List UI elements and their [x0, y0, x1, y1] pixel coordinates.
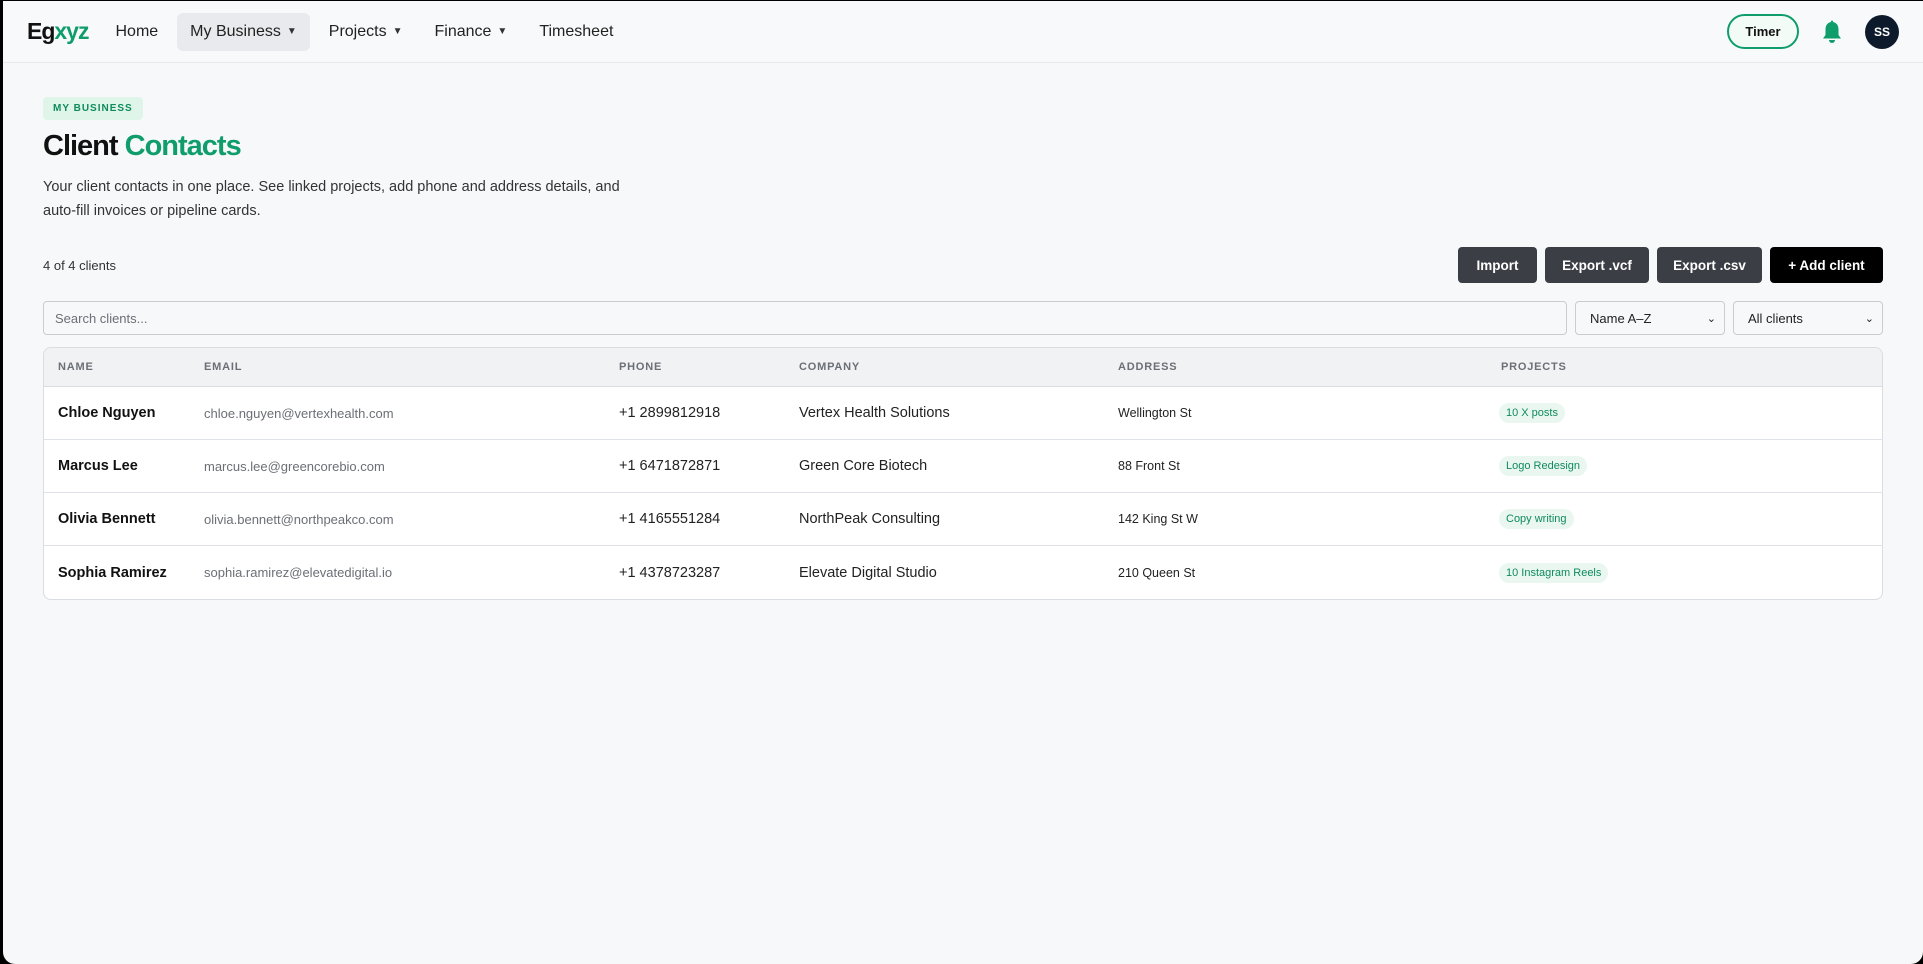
chevron-down-icon: ⌄ [1706, 312, 1716, 325]
nav-item-projects[interactable]: Projects ▼ [316, 13, 416, 51]
sort-select[interactable]: Name A–Z ⌄ [1575, 301, 1725, 335]
cell-company: Green Core Biotech [799, 458, 928, 474]
clients-table: NAME EMAIL PHONE COMPANY ADDRESS PROJECT… [43, 347, 1883, 600]
caret-down-icon: ▼ [392, 26, 403, 37]
cell-address: 210 Queen St [1118, 565, 1196, 580]
page-subtitle: Your client contacts in one place. See l… [43, 179, 620, 219]
top-nav: Egxyz Home My Business ▼ Projects ▼ Fina… [3, 1, 1923, 63]
cell-name: Sophia Ramirez [58, 564, 167, 581]
cell-email[interactable]: marcus.lee@greencorebio.com [204, 459, 619, 474]
column-header-projects[interactable]: PROJECTS [1501, 361, 1882, 373]
cell-company: Elevate Digital Studio [799, 564, 937, 581]
client-count: 4 of 4 clients [43, 257, 116, 273]
table-row[interactable]: Sophia Ramirez sophia.ramirez@elevatedig… [44, 546, 1882, 599]
page-title-part1: Client [43, 130, 119, 162]
table-header: NAME EMAIL PHONE COMPANY ADDRESS PROJECT… [44, 348, 1882, 387]
cell-phone: +1 2899812918 [619, 405, 721, 421]
cell-projects: Logo Redesign [1499, 456, 1882, 476]
nav-item-home[interactable]: Home [102, 13, 171, 51]
nav-item-my-business[interactable]: My Business ▼ [177, 12, 310, 51]
bell-icon[interactable] [1819, 19, 1845, 45]
filters-bar: Name A–Z ⌄ All clients ⌄ [43, 301, 1883, 335]
table-row[interactable]: Chloe Nguyen chloe.nguyen@vertexhealth.c… [44, 387, 1882, 440]
section-eyebrow: MY BUSINESS [43, 97, 143, 120]
nav-items: Home My Business ▼ Projects ▼ Finance ▼ … [102, 12, 626, 51]
cell-address: 88 Front St [1118, 459, 1180, 473]
cell-address: Wellington St [1118, 406, 1192, 420]
cell-email[interactable]: olivia.bennett@northpeakco.com [204, 512, 619, 527]
search-input[interactable] [43, 301, 1567, 335]
cell-phone: +1 4165551284 [619, 511, 721, 527]
page-title-part2: Contacts [124, 130, 242, 162]
cell-projects: 10 Instagram Reels [1499, 562, 1882, 583]
chevron-down-icon: ⌄ [1864, 312, 1874, 325]
cell-projects: Copy writing [1499, 509, 1882, 529]
cell-name: Marcus Lee [58, 458, 138, 474]
nav-item-label: Finance [434, 22, 492, 40]
nav-item-finance[interactable]: Finance ▼ [421, 13, 520, 51]
page-title: Client Contacts [43, 130, 1883, 163]
timer-button[interactable]: Timer [1727, 14, 1799, 49]
cell-email[interactable]: chloe.nguyen@vertexhealth.com [204, 406, 619, 421]
cell-address: 142 King St W [1118, 512, 1198, 526]
nav-item-timesheet[interactable]: Timesheet [526, 13, 626, 51]
sort-select-value: Name A–Z [1590, 310, 1652, 326]
column-header-name[interactable]: NAME [44, 361, 204, 373]
cell-company: Vertex Health Solutions [799, 405, 950, 421]
import-button[interactable]: Import [1458, 247, 1537, 283]
app-window: Egxyz Home My Business ▼ Projects ▼ Fina… [3, 1, 1923, 964]
toolbar-actions: Import Export .vcf Export .csv + Add cli… [1458, 247, 1883, 283]
cell-name: Chloe Nguyen [58, 405, 156, 421]
caret-down-icon: ▼ [497, 26, 508, 37]
project-pill[interactable]: 10 Instagram Reels [1499, 562, 1609, 583]
scope-select[interactable]: All clients ⌄ [1733, 301, 1883, 335]
cell-projects: 10 X posts [1499, 403, 1882, 423]
column-header-address[interactable]: ADDRESS [1118, 361, 1501, 373]
table-row[interactable]: Marcus Lee marcus.lee@greencorebio.com +… [44, 440, 1882, 493]
column-header-email[interactable]: EMAIL [204, 361, 619, 373]
avatar[interactable]: SS [1865, 14, 1899, 49]
column-header-phone[interactable]: PHONE [619, 361, 799, 373]
toolbar: 4 of 4 clients Import Export .vcf Export… [43, 247, 1883, 283]
caret-down-icon: ▼ [286, 26, 297, 37]
export-vcf-button[interactable]: Export .vcf [1545, 247, 1649, 283]
cell-phone: +1 4378723287 [619, 564, 721, 581]
logo[interactable]: Egxyz [27, 18, 89, 45]
nav-item-label: Timesheet [539, 22, 614, 40]
column-header-company[interactable]: COMPANY [799, 361, 1118, 373]
nav-right: Timer SS [1727, 14, 1899, 49]
cell-company: NorthPeak Consulting [799, 511, 941, 527]
project-pill[interactable]: 10 X posts [1499, 403, 1565, 423]
logo-part2: xyz [54, 18, 89, 44]
project-pill[interactable]: Copy writing [1499, 509, 1574, 529]
nav-item-label: My Business [190, 22, 281, 40]
main-content: MY BUSINESS Client Contacts Your client … [3, 63, 1923, 600]
export-csv-button[interactable]: Export .csv [1657, 247, 1762, 283]
nav-item-label: Home [115, 22, 159, 40]
cell-name: Olivia Bennett [58, 511, 156, 527]
logo-part1: Eg [27, 18, 55, 44]
scope-select-value: All clients [1748, 310, 1803, 326]
cell-phone: +1 6471872871 [619, 458, 721, 474]
project-pill[interactable]: Logo Redesign [1499, 456, 1588, 476]
cell-email[interactable]: sophia.ramirez@elevatedigital.io [204, 565, 619, 580]
table-row[interactable]: Olivia Bennett olivia.bennett@northpeakc… [44, 493, 1882, 546]
add-client-button[interactable]: + Add client [1770, 247, 1883, 283]
nav-item-label: Projects [328, 22, 387, 40]
